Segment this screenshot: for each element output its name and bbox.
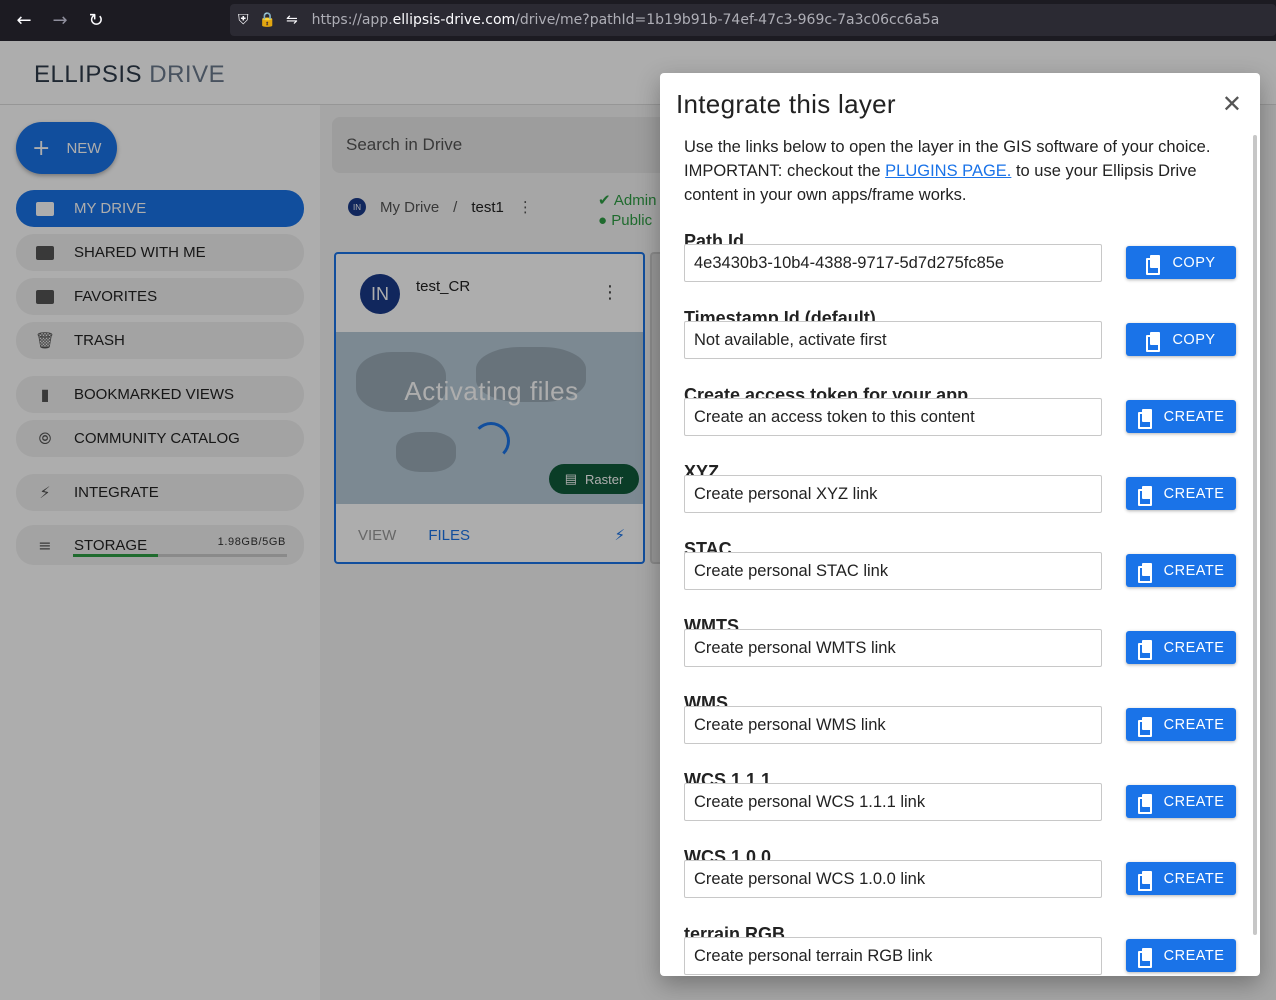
permissions-icon[interactable]: ⇋	[286, 12, 298, 28]
scrollbar[interactable]	[1253, 135, 1257, 935]
close-icon[interactable]: ✕	[1222, 91, 1242, 117]
button-label: CREATE	[1163, 947, 1225, 964]
browser-toolbar: ← → ↻ ⛨ 🔒 ⇋ https://app.ellipsis-drive.c…	[0, 0, 1276, 41]
button-label: CREATE	[1163, 485, 1225, 502]
copy-icon	[1137, 870, 1152, 891]
xyz-input[interactable]: Create personal XYZ link	[684, 475, 1102, 513]
copy-icon	[1137, 947, 1152, 968]
terrain-rgb-input[interactable]: Create personal terrain RGB link	[684, 937, 1102, 975]
copy-icon	[1137, 408, 1152, 429]
copy-icon	[1137, 562, 1152, 583]
integrate-dialog: Integrate this layer ✕ Use the links bel…	[660, 73, 1260, 976]
button-label: CREATE	[1163, 639, 1225, 656]
wcs-1-1-1-input[interactable]: Create personal WCS 1.1.1 link	[684, 783, 1102, 821]
button-label: CREATE	[1163, 408, 1225, 425]
wms-create-button[interactable]: CREATE	[1126, 708, 1236, 741]
copy-icon	[1137, 793, 1152, 814]
dialog-body: Use the links below to open the layer in…	[684, 135, 1236, 975]
button-label: COPY	[1172, 254, 1216, 271]
button-label: CREATE	[1163, 870, 1225, 887]
field-terrain-rgb: terrain RGB Create personal terrain RGB l…	[684, 924, 1236, 975]
wcs-1-1-1-create-button[interactable]: CREATE	[1126, 785, 1236, 818]
url-text[interactable]: https://app.ellipsis-drive.com/drive/me?…	[312, 12, 940, 28]
copy-icon	[1137, 716, 1152, 737]
button-label: CREATE	[1163, 793, 1225, 810]
xyz-create-button[interactable]: CREATE	[1126, 477, 1236, 510]
dialog-intro: Use the links below to open the layer in…	[684, 135, 1236, 207]
stac-input[interactable]: Create personal STAC link	[684, 552, 1102, 590]
copy-icon	[1146, 254, 1161, 275]
back-arrow-icon[interactable]: ←	[12, 8, 36, 32]
field-wmts: WMTS Create personal WMTS link CREATE	[684, 616, 1236, 667]
plugins-page-link[interactable]: PLUGINS PAGE.	[885, 162, 1011, 180]
field-timestamp-id-default: Timestamp Id (default) Not available, act…	[684, 308, 1236, 359]
field-stac: STAC Create personal STAC link CREATE	[684, 539, 1236, 590]
path-id-copy-button[interactable]: COPY	[1126, 246, 1236, 279]
wcs-1-0-0-input[interactable]: Create personal WCS 1.0.0 link	[684, 860, 1102, 898]
forward-arrow-icon[interactable]: →	[48, 8, 72, 32]
dialog-title: Integrate this layer	[676, 89, 896, 119]
field-xyz: XYZ Create personal XYZ link CREATE	[684, 462, 1236, 513]
lock-icon[interactable]: 🔒	[259, 12, 276, 28]
address-bar[interactable]: ⛨ 🔒 ⇋ https://app.ellipsis-drive.com/dri…	[230, 4, 1276, 36]
field-path-id: Path Id 4e3430b3-10b4-4388-9717-5d7d275fc…	[684, 231, 1236, 282]
field-wms: WMS Create personal WMS link CREATE	[684, 693, 1236, 744]
shield-icon[interactable]: ⛨	[238, 12, 249, 28]
copy-icon	[1137, 485, 1152, 506]
path-id-input[interactable]: 4e3430b3-10b4-4388-9717-5d7d275fc85e	[684, 244, 1102, 282]
reload-icon[interactable]: ↻	[84, 8, 108, 32]
field-create-access-token-for-your-app: Create access token for your app Create a…	[684, 385, 1236, 436]
create-access-token-for-your-app-input[interactable]: Create an access token to this content	[684, 398, 1102, 436]
create-access-token-for-your-app-create-button[interactable]: CREATE	[1126, 400, 1236, 433]
wms-input[interactable]: Create personal WMS link	[684, 706, 1102, 744]
copy-icon	[1137, 639, 1152, 660]
wmts-input[interactable]: Create personal WMTS link	[684, 629, 1102, 667]
field-wcs-1-0-0: WCS 1.0.0 Create personal WCS 1.0.0 link C…	[684, 847, 1236, 898]
button-label: CREATE	[1163, 562, 1225, 579]
wcs-1-0-0-create-button[interactable]: CREATE	[1126, 862, 1236, 895]
button-label: CREATE	[1163, 716, 1225, 733]
timestamp-id-default-copy-button[interactable]: COPY	[1126, 323, 1236, 356]
wmts-create-button[interactable]: CREATE	[1126, 631, 1236, 664]
button-label: COPY	[1172, 331, 1216, 348]
copy-icon	[1146, 331, 1161, 352]
timestamp-id-default-input[interactable]: Not available, activate first	[684, 321, 1102, 359]
terrain-rgb-create-button[interactable]: CREATE	[1126, 939, 1236, 972]
field-wcs-1-1-1: WCS 1.1.1 Create personal WCS 1.1.1 link C…	[684, 770, 1236, 821]
stac-create-button[interactable]: CREATE	[1126, 554, 1236, 587]
